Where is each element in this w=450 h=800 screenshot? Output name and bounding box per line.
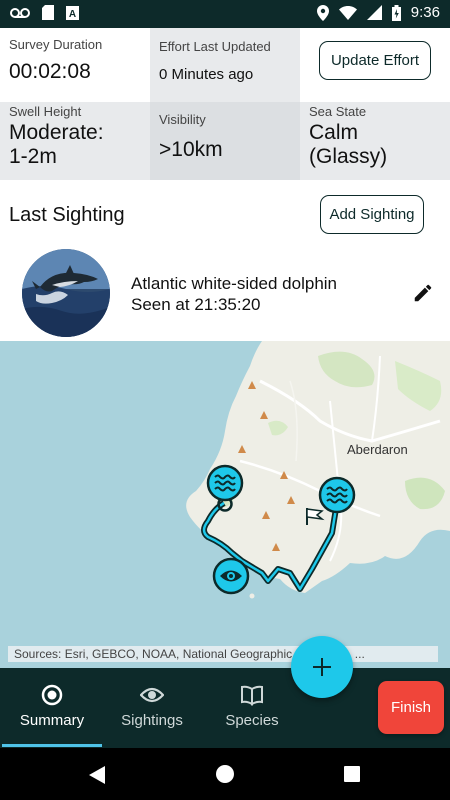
sea-state-marker-icon[interactable] <box>318 476 356 514</box>
swell-height-value-line2: 1-2m <box>9 145 57 169</box>
sighting-species: Atlantic white-sided dolphin <box>131 274 338 293</box>
sea-state-value-line2: (Glassy) <box>309 145 388 169</box>
nav-active-indicator <box>2 744 102 747</box>
add-fab-button[interactable] <box>291 636 353 698</box>
battery-icon <box>391 4 401 21</box>
sd-card-icon <box>42 5 54 20</box>
sighting-time: Seen at 21:35:20 <box>131 295 261 314</box>
last-sighting-section: Last Sighting Add Sighting Atlantic whit… <box>0 180 450 341</box>
eye-icon <box>140 687 164 703</box>
book-icon <box>241 685 263 706</box>
sea-state-cell: Sea State Calm (Glassy) <box>300 102 450 180</box>
species-photo[interactable] <box>22 249 110 337</box>
radio-target-icon <box>41 684 63 706</box>
visibility-label: Visibility <box>159 112 206 127</box>
sea-state-label: Sea State <box>309 104 367 119</box>
survey-duration-value: 00:02:08 <box>9 60 91 83</box>
system-nav-bar <box>0 748 450 800</box>
back-icon[interactable] <box>89 766 105 784</box>
swell-height-value-line1: Moderate: <box>9 121 104 144</box>
wifi-icon <box>338 5 357 20</box>
nav-summary[interactable]: Summary <box>2 668 102 748</box>
nav-summary-label: Summary <box>19 712 85 729</box>
effort-label: Effort Last Updated <box>159 39 271 54</box>
survey-duration-cell: Survey Duration 00:02:08 <box>0 28 150 102</box>
signal-icon <box>366 5 382 20</box>
survey-duration-label: Survey Duration <box>9 37 103 52</box>
swell-height-label: Swell Height <box>9 104 82 119</box>
survey-map[interactable]: Aberdaron Sources: Esri, GEBCO, NOAA, Na… <box>0 341 450 668</box>
location-icon <box>316 4 329 21</box>
visibility-value: >10km <box>159 138 223 161</box>
finish-button[interactable]: Finish <box>378 681 444 734</box>
nav-sightings[interactable]: Sightings <box>102 668 202 748</box>
map-canvas: Aberdaron <box>186 341 450 599</box>
last-sighting-title: Last Sighting <box>9 204 125 226</box>
place-label-aberdaron: Aberdaron <box>347 442 408 457</box>
effort-cell: Effort Last Updated 0 Minutes ago <box>150 28 300 102</box>
svg-text:A: A <box>69 9 76 20</box>
survey-info-grid: Survey Duration 00:02:08 Effort Last Upd… <box>0 28 450 180</box>
swell-height-value: Moderate: 1-2m <box>9 121 104 169</box>
sighting-marker-eye-icon[interactable] <box>212 557 250 595</box>
sea-state-value: Calm (Glassy) <box>309 121 387 169</box>
status-bar: A 9:36 <box>0 0 450 28</box>
sea-state-marker-icon[interactable] <box>206 464 244 502</box>
sea-state-value-line1: Calm <box>309 121 359 144</box>
voicemail-icon <box>10 7 30 18</box>
effort-value: 0 Minutes ago <box>159 66 254 83</box>
app-notification-icon: A <box>66 5 79 20</box>
swell-height-cell: Swell Height Moderate: 1-2m <box>0 102 150 180</box>
nav-species[interactable]: Species <box>202 668 302 748</box>
update-effort-button[interactable]: Update Effort <box>319 41 431 80</box>
status-time: 9:36 <box>410 4 440 21</box>
home-icon[interactable] <box>216 765 234 783</box>
nav-species-label: Species <box>225 712 279 729</box>
last-sighting-details: Atlantic white-sided dolphin Seen at 21:… <box>131 273 337 315</box>
recents-icon[interactable] <box>344 766 360 782</box>
plus-icon <box>313 658 331 676</box>
nav-sightings-label: Sightings <box>121 712 183 729</box>
add-sighting-button[interactable]: Add Sighting <box>320 195 424 234</box>
visibility-cell: Visibility >10km <box>150 102 300 180</box>
map-attribution: Sources: Esri, GEBCO, NOAA, National Geo… <box>8 646 438 662</box>
edit-sighting-icon[interactable] <box>412 282 434 304</box>
